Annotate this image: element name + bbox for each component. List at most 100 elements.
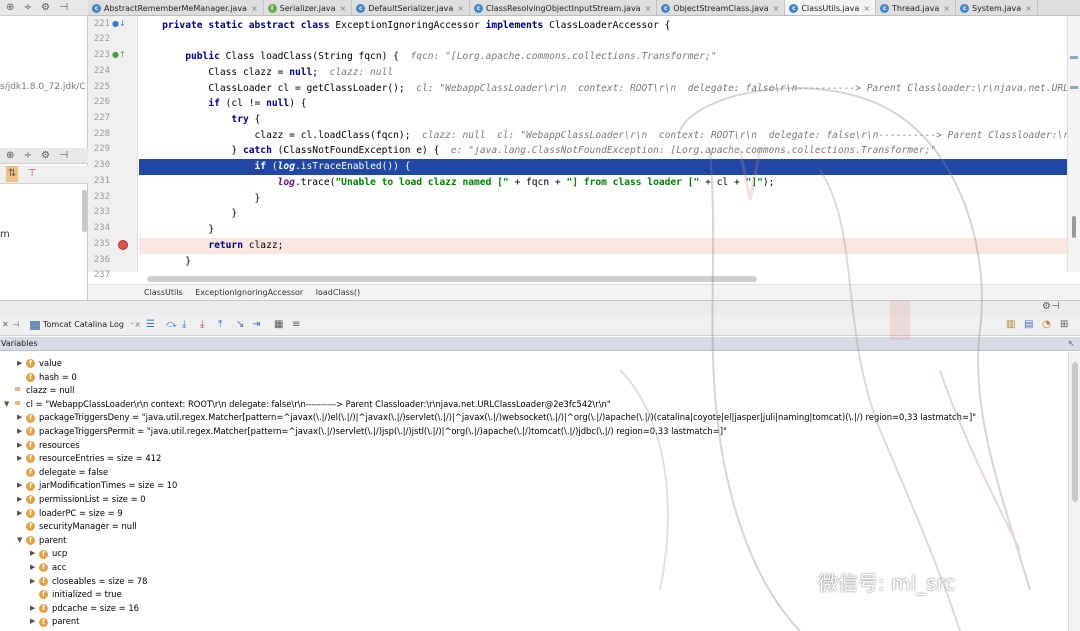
expand-arrow-icon[interactable]: ▶ (17, 357, 26, 371)
variable-row[interactable]: ▶ f value (17, 357, 62, 371)
tab-thread[interactable]: c Thread.java × (876, 0, 956, 16)
expand-arrow-icon[interactable]: ▶ (17, 479, 26, 493)
implementation-marker-icon[interactable]: ●↓ (112, 19, 126, 28)
breadcrumb-class[interactable]: ClassUtils (144, 288, 183, 297)
jdk-path[interactable]: s/jdk1.8.0_72.jdk/C (0, 82, 86, 92)
override-marker-icon[interactable]: ●↑ (112, 50, 126, 59)
close-icon[interactable]: × (340, 1, 347, 16)
variable-row[interactable]: ▼ f parent (17, 534, 66, 548)
variables-scrollbar[interactable] (1068, 352, 1080, 631)
variable-row[interactable]: ▶ f packageTriggersPermit = "java.util.reg… (17, 425, 727, 439)
expand-arrow-icon[interactable]: ▶ (17, 439, 26, 453)
tab-serializer[interactable]: I Serializer.java × (264, 0, 353, 16)
close-icon[interactable]: × (645, 1, 652, 16)
tab-object-stream-class[interactable]: c ObjectStreamClass.java × (657, 0, 786, 16)
hide-icon[interactable]: ⊣ (59, 0, 68, 16)
close-icon[interactable]: × (251, 1, 258, 16)
tab-class-utils[interactable]: c ClassUtils.java × (785, 0, 877, 16)
variable-row[interactable]: ▶ f packageTriggersDeny = "java.util.regex… (17, 411, 976, 425)
code-editor[interactable]: private static abstract class ExceptionI… (139, 16, 1080, 272)
resize-icon[interactable]: ↖ (1068, 337, 1075, 351)
variable-row[interactable]: ▼ = cl = "WebappClassLoader\r\n context: R… (4, 398, 611, 412)
close-icon[interactable]: × (773, 1, 780, 16)
run-to-cursor-icon[interactable]: ⇥ (252, 318, 260, 332)
expand-arrow-icon[interactable]: ▶ (17, 425, 26, 439)
horizontal-scrollbar[interactable] (147, 276, 757, 282)
breadcrumb-inner-class[interactable]: ExceptionIgnoringAccessor (195, 288, 303, 297)
step-over-icon[interactable]: ⤼ (166, 318, 177, 332)
variable-row[interactable]: ▶ f parent (30, 615, 79, 629)
variable-row[interactable]: ▶ f loaderPC = size = 9 (17, 507, 123, 521)
tab-abstract-remember-me-manager[interactable]: c AbstractRememberMeManager.java × (88, 0, 264, 16)
variable-row[interactable]: f initialized = true (30, 588, 122, 602)
evaluate-icon[interactable]: ▦ (274, 318, 283, 332)
variable-row[interactable]: ▶ f resources (17, 439, 80, 453)
target-icon[interactable]: ⊕ (6, 0, 14, 16)
collapse-icon[interactable]: ÷ (24, 0, 32, 16)
structure-item[interactable]: m (0, 229, 10, 240)
step-into-icon[interactable]: ⤓ (182, 318, 186, 332)
variable-row[interactable]: f delegate = false (17, 466, 108, 480)
variable-row[interactable]: ▶ f pdcache = size = 16 (30, 602, 139, 616)
expand-arrow-icon[interactable]: ▶ (30, 575, 39, 589)
line-number: 223 (93, 50, 110, 60)
variable-row[interactable]: f securityManager = null (17, 520, 137, 534)
expand-arrow-icon[interactable]: ▶ (17, 493, 26, 507)
left-scrollbar[interactable] (82, 190, 87, 232)
gear-icon[interactable]: ⚙⊣ (1042, 301, 1060, 312)
expand-arrow-icon[interactable]: ▶ (17, 452, 26, 466)
hide-icon[interactable]: ⊣ (59, 148, 68, 164)
variable-row[interactable]: ▶ f closeables = size = 78 (30, 575, 147, 589)
expand-arrow-icon[interactable]: ▶ (30, 602, 39, 616)
gear-icon[interactable]: ⚙ (41, 148, 50, 164)
settings-icon[interactable]: ⊞ (1060, 318, 1068, 332)
variable-row[interactable]: ▶ f acc (30, 561, 66, 575)
scroll-thumb[interactable] (1072, 362, 1078, 502)
variable-row[interactable]: ▶ f ucp (30, 547, 67, 561)
drop-frame-icon[interactable]: ↘ (236, 318, 244, 332)
collapse-arrow-icon[interactable]: ▼ (17, 534, 26, 548)
variable-row[interactable]: ▶ f permissionList = size = 0 (17, 493, 146, 507)
target-icon[interactable]: ⊕ (6, 148, 14, 164)
tab-class-resolving-object-input-stream[interactable]: c ClassResolvingObjectInputStream.java × (470, 0, 658, 16)
breakpoint-icon[interactable] (118, 240, 128, 250)
force-step-into-icon[interactable]: ⤓ (200, 318, 204, 332)
stripe-scroll-thumb[interactable] (1072, 216, 1076, 238)
collapse-arrow-icon[interactable]: ▼ (4, 398, 13, 412)
close-icon[interactable]: ⁺× (130, 318, 141, 332)
expand-arrow-icon[interactable]: ▶ (17, 411, 26, 425)
expand-arrow-icon[interactable]: ▶ (30, 547, 39, 561)
show-execution-point-icon[interactable]: ☰ (146, 318, 155, 332)
variable-row[interactable]: ▶ f jarModificationTimes = size = 10 (17, 479, 177, 493)
tab-tomcat-catalina-log[interactable]: Tomcat Catalina Log ⁺× (30, 318, 141, 332)
tab-system[interactable]: c System.java × (956, 0, 1038, 16)
mute-breakpoints-icon[interactable]: ◔ (1042, 318, 1051, 332)
close-icon[interactable]: × (1025, 1, 1032, 16)
expand-arrow-icon[interactable]: ▶ (30, 615, 39, 629)
line-gutter[interactable]: 221 222 223 224 225 226 227 228 229 230 … (88, 16, 138, 280)
line-number: 233 (93, 207, 110, 217)
editor-error-stripe[interactable] (1067, 16, 1080, 272)
step-out-icon[interactable]: ⤒ (218, 318, 222, 332)
gear-icon[interactable]: ⚙ (41, 0, 50, 16)
variable-text: parent (39, 534, 67, 545)
trace-icon[interactable]: ≡ (292, 318, 300, 332)
breadcrumb-method[interactable]: loadClass() (316, 288, 360, 297)
filter-icon[interactable]: ⊤ (28, 166, 37, 182)
threads-icon[interactable]: ▤ (1024, 318, 1033, 332)
variable-text: loaderPC = size = 9 (39, 507, 123, 518)
variable-row[interactable]: = clazz = null (4, 384, 75, 398)
close-icon[interactable]: × (943, 1, 950, 16)
variable-row[interactable]: ▶ f resourceEntries = size = 412 (17, 452, 161, 466)
restore-layout-icon[interactable]: ▥ (1006, 318, 1015, 332)
close-icon[interactable]: × (863, 1, 870, 16)
close-icon[interactable]: × (457, 1, 464, 16)
expand-arrow-icon[interactable]: ▶ (30, 561, 39, 575)
sort-icon[interactable]: ⇅ (6, 166, 19, 182)
variable-row[interactable]: f hash = 0 (17, 371, 77, 385)
expand-arrow-icon[interactable]: ▶ (17, 507, 26, 521)
close-icon[interactable]: ✕ (2, 318, 9, 332)
tab-default-serializer[interactable]: c DefaultSerializer.java × (352, 0, 470, 16)
pin-icon[interactable]: ⊣ (12, 318, 19, 332)
collapse-icon[interactable]: ÷ (24, 148, 32, 164)
